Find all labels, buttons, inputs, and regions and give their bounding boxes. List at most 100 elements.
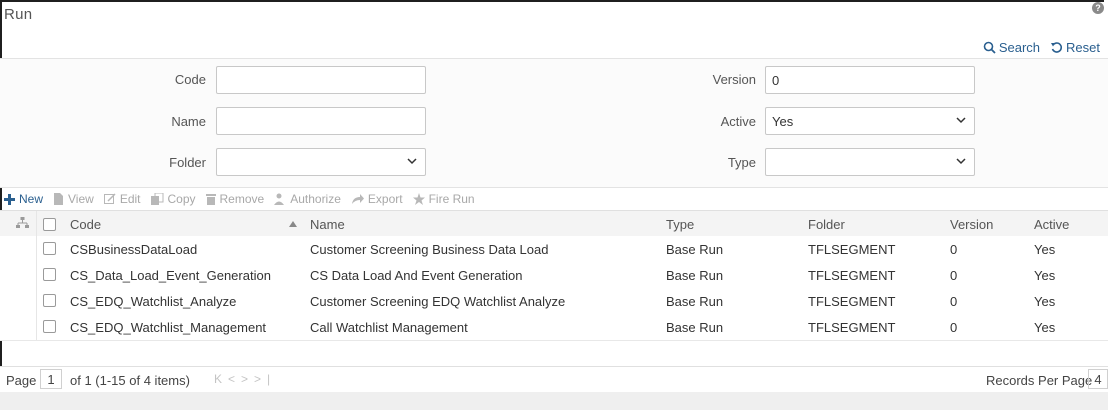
last-page-icon[interactable]: >|	[254, 372, 276, 386]
filter-panel: Code Name Folder Version 0 Active Yes Ty…	[0, 58, 1108, 188]
search-actions: Search Reset	[983, 40, 1100, 55]
cell-type: Base Run	[666, 242, 724, 257]
name-field[interactable]	[216, 107, 426, 135]
version-label: Version	[712, 72, 756, 87]
code-field[interactable]	[216, 66, 426, 94]
copy-label: Copy	[167, 192, 196, 206]
export-icon	[351, 193, 364, 204]
fire-run-label: Fire Run	[428, 192, 475, 206]
page-label: Page	[6, 373, 37, 388]
table-row[interactable]: CS_Data_Load_Event_Generation CS Data Lo…	[0, 262, 1108, 289]
view-label: View	[68, 192, 94, 206]
prev-page-icon[interactable]: <	[228, 372, 241, 386]
fire-run-icon	[412, 193, 425, 205]
type-label: Type	[727, 155, 756, 170]
reset-label: Reset	[1066, 40, 1100, 55]
records-per-page-label: Records Per Page	[986, 373, 1093, 388]
hierarchy-icon[interactable]	[16, 217, 29, 229]
export-label: Export	[367, 192, 403, 206]
remove-button[interactable]: Remove	[205, 192, 265, 206]
cell-code[interactable]: CS_Data_Load_Event_Generation	[70, 268, 271, 283]
copy-button[interactable]: Copy	[150, 192, 196, 206]
search-icon	[983, 41, 996, 54]
cell-code[interactable]: CS_EDQ_Watchlist_Analyze	[70, 294, 236, 309]
row-checkbox[interactable]	[43, 320, 56, 333]
cell-version: 0	[950, 294, 958, 309]
trash-icon	[205, 194, 216, 205]
export-button[interactable]: Export	[351, 192, 403, 206]
reset-button[interactable]: Reset	[1050, 40, 1100, 55]
grid-toolbar: New View Edit Copy Remove Authorize Expo…	[0, 188, 485, 210]
new-label: New	[19, 192, 44, 206]
select-all-checkbox[interactable]	[43, 218, 56, 231]
sort-ascending-icon[interactable]	[289, 221, 297, 227]
reset-icon	[1051, 42, 1063, 53]
fire-run-button[interactable]: Fire Run	[412, 192, 475, 206]
question-circle-icon[interactable]: ?	[1092, 2, 1104, 14]
user-check-icon	[274, 193, 285, 205]
search-button[interactable]: Search	[983, 40, 1040, 55]
cell-version: 0	[950, 242, 958, 257]
active-value: Yes	[772, 114, 794, 129]
authorize-label: Authorize	[290, 192, 341, 206]
cell-folder: TFLSEGMENT	[808, 268, 896, 283]
document-view-icon	[54, 193, 64, 205]
cell-name: Customer Screening Business Data Load	[310, 242, 549, 257]
cell-active: Yes	[1034, 242, 1056, 257]
authorize-button[interactable]: Authorize	[274, 192, 341, 206]
column-header-folder[interactable]: Folder	[808, 217, 845, 232]
chevron-down-icon	[956, 117, 966, 124]
edit-label: Edit	[119, 192, 141, 206]
pencil-icon	[103, 193, 116, 204]
row-checkbox[interactable]	[43, 268, 56, 281]
first-page-icon[interactable]: K	[214, 372, 228, 386]
column-header-type[interactable]: Type	[666, 217, 694, 232]
page-number-input[interactable]: 1	[40, 369, 62, 389]
edit-button[interactable]: Edit	[103, 192, 141, 206]
new-button[interactable]: New	[4, 192, 43, 206]
page-summary: of 1 (1-15 of 4 items)	[70, 373, 190, 388]
view-button[interactable]: View	[53, 192, 94, 206]
active-label: Active	[720, 114, 756, 129]
table-row[interactable]: CS_EDQ_Watchlist_Management Call Watchli…	[0, 314, 1108, 341]
row-checkbox[interactable]	[43, 242, 56, 255]
column-header-name[interactable]: Name	[310, 217, 345, 232]
version-field[interactable]: 0	[765, 66, 975, 94]
cell-folder: TFLSEGMENT	[808, 294, 896, 309]
cell-active: Yes	[1034, 320, 1056, 335]
table-row[interactable]: CS_EDQ_Watchlist_Analyze Customer Screen…	[0, 288, 1108, 315]
chevron-down-icon	[407, 158, 417, 165]
code-label: Code	[174, 72, 206, 87]
cell-active: Yes	[1034, 294, 1056, 309]
cell-active: Yes	[1034, 268, 1056, 283]
plus-icon	[4, 193, 15, 205]
records-per-page-input[interactable]: 4	[1088, 369, 1108, 389]
cell-folder: TFLSEGMENT	[808, 242, 896, 257]
row-checkbox[interactable]	[43, 294, 56, 307]
active-select[interactable]: Yes	[765, 107, 975, 135]
page-header: Run ?	[0, 0, 1108, 36]
cell-version: 0	[950, 268, 958, 283]
folder-label: Folder	[169, 155, 206, 170]
cell-folder: TFLSEGMENT	[808, 320, 896, 335]
column-header-code[interactable]: Code	[70, 217, 101, 232]
cell-code[interactable]: CSBusinessDataLoad	[70, 242, 197, 257]
footer-bar	[0, 392, 1108, 410]
column-header-version[interactable]: Version	[950, 217, 993, 232]
cell-type: Base Run	[666, 268, 724, 283]
next-page-icon[interactable]: >	[241, 372, 254, 386]
column-header-active[interactable]: Active	[1034, 217, 1069, 232]
copy-icon	[150, 193, 163, 205]
name-label: Name	[171, 114, 206, 129]
type-select[interactable]	[765, 148, 975, 176]
pagination-bar: Page 1 of 1 (1-15 of 4 items) K<>>| Reco…	[0, 366, 1108, 394]
cell-name: CS Data Load And Event Generation	[310, 268, 523, 283]
chevron-down-icon	[956, 158, 966, 165]
cell-type: Base Run	[666, 320, 724, 335]
folder-select[interactable]	[216, 148, 426, 176]
cell-name: Call Watchlist Management	[310, 320, 468, 335]
cell-type: Base Run	[666, 294, 724, 309]
cell-code[interactable]: CS_EDQ_Watchlist_Management	[70, 320, 266, 335]
table-row[interactable]: CSBusinessDataLoad Customer Screening Bu…	[0, 236, 1108, 263]
remove-label: Remove	[219, 192, 265, 206]
